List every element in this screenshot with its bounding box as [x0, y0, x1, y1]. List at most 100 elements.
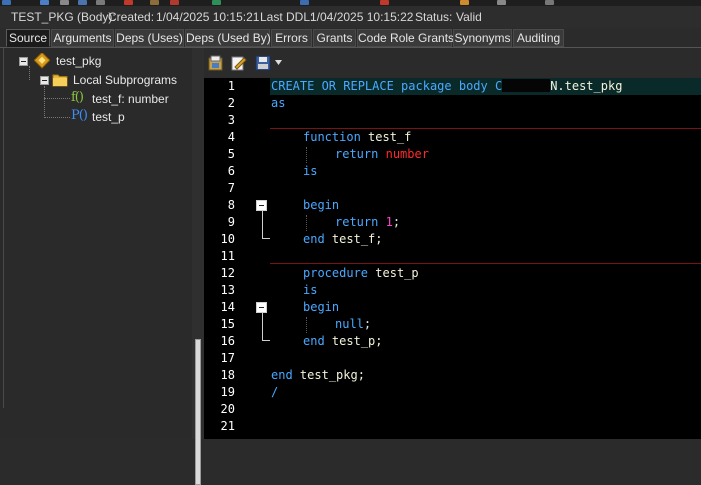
code-line-12: procedure test_p: [303, 265, 419, 282]
toolbar-icon[interactable]: [300, 0, 309, 5]
panel-splitter[interactable]: [192, 48, 204, 485]
toolbar-icon[interactable]: [497, 0, 506, 5]
line-number: 16: [220, 334, 235, 348]
punctuation: ;: [392, 215, 401, 229]
tree-scrollbar-thumb[interactable]: [195, 339, 201, 485]
last-ddl-label: Last DDL:: [260, 10, 314, 24]
indent-guide: [306, 147, 307, 163]
line-number: 21: [220, 419, 235, 433]
line-number: 11: [220, 249, 235, 263]
load-from-database-icon[interactable]: [208, 55, 224, 71]
toolbar-icon[interactable]: [150, 0, 159, 5]
tab-code-role-grants[interactable]: Code Role Grants: [357, 29, 454, 47]
code-line-4: function test_f: [303, 129, 411, 146]
tree-panel-edge: [3, 48, 4, 408]
line-number: 4: [227, 130, 235, 144]
tab-arguments[interactable]: Arguments: [51, 29, 114, 47]
tree-connector: [44, 86, 45, 118]
toolbar-icon[interactable]: [380, 0, 389, 5]
line-number: 13: [220, 283, 235, 297]
editor-toolbar: [204, 48, 701, 78]
tab-source[interactable]: Source: [6, 29, 50, 47]
toolbar-icon[interactable]: [40, 0, 49, 5]
toolbar-icon[interactable]: [78, 0, 87, 5]
object-info-bar: TEST_PKG (Body): Created: 1/04/2025 10:1…: [0, 6, 701, 28]
fold-toggle-begin-test-f[interactable]: [256, 200, 267, 211]
function-label: test_f: number: [92, 92, 169, 106]
created-label: Created:: [108, 10, 155, 24]
package-icon: [34, 53, 50, 69]
code-line-13: is: [303, 283, 318, 297]
identifier: test_pkg;: [299, 368, 365, 382]
code-line-18: end test_pkg;: [271, 367, 365, 384]
line-number: 18: [220, 368, 235, 382]
fold-toggle-begin-test-p[interactable]: [256, 302, 267, 313]
code-line-16: end test_p;: [303, 333, 383, 350]
line-number: 8: [227, 198, 235, 212]
line-number: 17: [220, 351, 235, 365]
line-number: 7: [227, 181, 235, 195]
toolbar-icon[interactable]: [170, 0, 179, 5]
keyword: end: [303, 232, 325, 246]
code-line-19: /: [271, 385, 279, 399]
created-value: 1/04/2025 10:15:21: [156, 10, 260, 24]
function-icon: f(): [71, 90, 84, 105]
line-number: 3: [227, 113, 235, 127]
collapse-package-toggle[interactable]: [19, 57, 28, 66]
line-number: 12: [220, 266, 235, 280]
procedure-icon: P(): [71, 108, 88, 123]
last-ddl-value: 1/04/2025 10:15:22: [310, 10, 414, 24]
line-number: 15: [220, 317, 235, 331]
identifier: N.test_pkg: [550, 79, 623, 93]
punctuation: ;: [363, 317, 372, 331]
line-number: 19: [220, 385, 235, 399]
tab-deps-uses[interactable]: Deps (Uses): [115, 29, 184, 47]
package-label: test_pkg: [56, 54, 102, 68]
object-title: TEST_PKG (Body):: [11, 10, 116, 24]
code-line-8: begin: [303, 198, 340, 212]
indent-guide: [306, 215, 307, 231]
toolbar-icon[interactable]: [124, 0, 133, 5]
keyword: end: [271, 368, 293, 382]
toolbar-icon[interactable]: [212, 0, 221, 5]
identifier: test_f;: [331, 232, 383, 246]
folder-label: Local Subprograms: [73, 73, 178, 87]
toolbar-icon[interactable]: [545, 0, 554, 5]
toolbar-icon[interactable]: [460, 0, 469, 5]
save-options-icon[interactable]: [255, 55, 271, 71]
number-literal: 1: [385, 215, 393, 229]
tab-auditing[interactable]: Auditing: [513, 29, 564, 47]
keyword: return: [335, 147, 379, 161]
keyword: procedure: [303, 266, 369, 280]
dropdown-arrow-icon[interactable]: [275, 60, 282, 66]
status-value: Valid: [456, 10, 482, 24]
keyword: return: [335, 215, 379, 229]
tree-connector: [29, 66, 30, 80]
status-label: Status:: [415, 10, 453, 24]
subprogram-separator: [270, 263, 701, 264]
tab-grants[interactable]: Grants: [313, 29, 356, 47]
edit-source-icon[interactable]: [231, 55, 247, 71]
identifier: test_p;: [331, 334, 383, 348]
collapse-folder-toggle[interactable]: [40, 76, 49, 85]
code-line-6: is: [303, 164, 318, 178]
code-line-9: return 1;: [335, 214, 400, 231]
tab-synonyms[interactable]: Synonyms: [453, 29, 512, 47]
tab-errors[interactable]: Errors: [271, 29, 312, 47]
line-number: 6: [227, 164, 235, 178]
line-number: 20: [220, 402, 235, 416]
toolbar-icon[interactable]: [2, 0, 11, 5]
folder-icon: [52, 74, 68, 87]
fold-guide: [262, 238, 270, 239]
tab-deps-used-by[interactable]: Deps (Used By): [185, 29, 271, 47]
procedure-label: test_p: [92, 110, 125, 124]
line-number: 1: [227, 79, 235, 93]
toolbar-icon[interactable]: [60, 0, 69, 5]
indent-guide: [306, 317, 307, 333]
toolbar-icon[interactable]: [96, 0, 105, 5]
line-number: 9: [227, 215, 235, 229]
tree-connector: [44, 117, 70, 118]
object-tabs: Source Arguments Deps (Uses) Deps (Used …: [0, 28, 701, 48]
tree-connector: [44, 98, 70, 99]
redacted-schema: [502, 79, 551, 92]
